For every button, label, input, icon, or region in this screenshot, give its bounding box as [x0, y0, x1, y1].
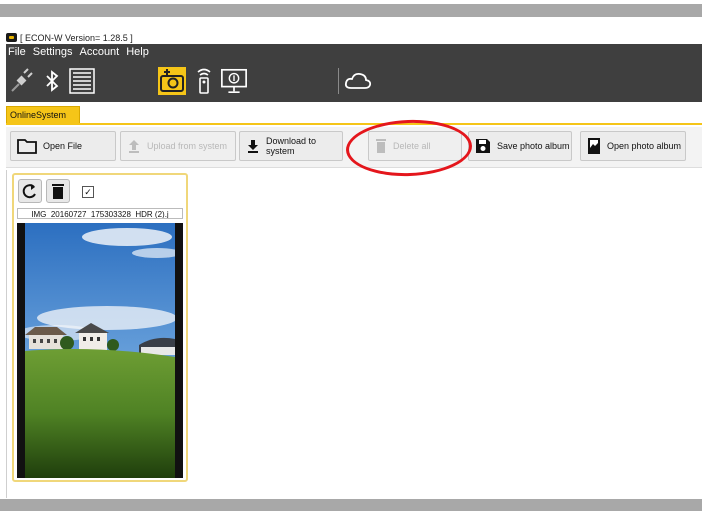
rotate-button[interactable] [18, 179, 42, 203]
landscape-image [17, 223, 183, 478]
trash-icon [375, 138, 387, 154]
delete-photo-button[interactable] [46, 179, 70, 203]
tab-label: OnlineSystem [10, 110, 67, 120]
toolbar-separator [338, 68, 339, 94]
window-title-bar: [ ECON-W Version= 1.28.5 ] [6, 31, 133, 44]
save-photo-album-button[interactable]: Save photo album [468, 131, 572, 161]
bottom-frame-bar [0, 499, 702, 511]
main-toolbar [6, 60, 702, 102]
menu-help[interactable]: Help [126, 46, 149, 58]
monitor-icon[interactable] [220, 66, 248, 96]
photo-filename: IMG_20160727_175303328_HDR (2).j [17, 208, 183, 219]
photo-select-checkbox[interactable]: ✓ [82, 186, 94, 198]
delete-all-label: Delete all [393, 141, 431, 151]
menu-bar: File Settings Account Help [6, 44, 702, 60]
menu-account[interactable]: Account [79, 46, 119, 58]
list-icon[interactable] [68, 66, 96, 96]
camera-icon[interactable] [158, 66, 186, 96]
window-title: [ ECON-W Version= 1.28.5 ] [20, 32, 133, 43]
top-frame-bar [0, 4, 702, 17]
open-file-label: Open File [43, 141, 83, 151]
action-button-row: Open File Upload from system Download to… [6, 127, 702, 168]
photo-album-icon [587, 137, 601, 155]
rotate-icon [22, 184, 36, 199]
menu-settings[interactable]: Settings [33, 46, 73, 58]
open-file-button[interactable]: Open File [10, 131, 116, 161]
app-logo-icon [6, 33, 17, 42]
photo-thumbnail[interactable] [17, 223, 183, 478]
download-icon [246, 138, 260, 154]
tab-online-system[interactable]: OnlineSystem [6, 106, 80, 123]
cloud-icon[interactable] [344, 66, 372, 96]
content-left-rule [6, 170, 7, 498]
save-icon [475, 138, 491, 154]
open-photo-album-button[interactable]: Open photo album [580, 131, 686, 161]
upload-icon [127, 138, 141, 154]
delete-all-button[interactable]: Delete all [368, 131, 462, 161]
upload-from-system-button[interactable]: Upload from system [120, 131, 236, 161]
save-album-label: Save photo album [497, 141, 570, 151]
menu-file[interactable]: File [8, 46, 26, 58]
upload-label: Upload from system [147, 141, 228, 151]
remote-icon[interactable] [190, 66, 218, 96]
bluetooth-icon[interactable] [38, 66, 66, 96]
tab-underline [6, 123, 702, 125]
open-album-label: Open photo album [607, 141, 682, 151]
download-to-system-button[interactable]: Download to system [239, 131, 343, 161]
photo-card[interactable]: ✓ IMG_20160727_175303328_HDR (2).j [12, 173, 188, 482]
folder-icon [17, 138, 37, 154]
plug-icon[interactable] [8, 66, 36, 96]
download-label: Download to system [266, 136, 317, 156]
trash-icon [52, 184, 64, 199]
